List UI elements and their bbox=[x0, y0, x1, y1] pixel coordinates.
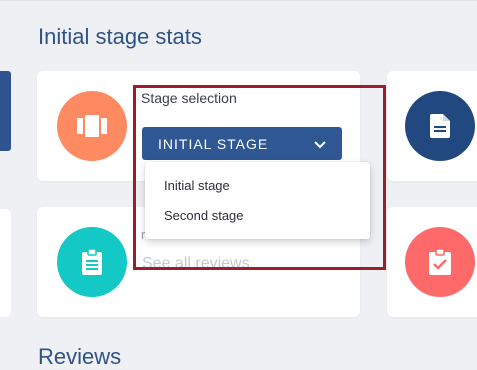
clipboard-check-icon bbox=[405, 227, 475, 297]
reviews-section-title: Reviews bbox=[38, 344, 122, 369]
top-divider bbox=[0, 0, 477, 1]
stage-selection-label: Stage selection bbox=[141, 90, 237, 106]
left-card-accent bbox=[0, 71, 11, 151]
checklist-card bbox=[387, 207, 477, 317]
stage-dropdown-menu: Initial stage Second stage bbox=[145, 162, 370, 239]
section-title: Initial stage stats bbox=[38, 24, 202, 49]
dropdown-option-initial-stage[interactable]: Initial stage bbox=[164, 178, 230, 193]
document-icon bbox=[405, 91, 475, 161]
film-strip-icon bbox=[57, 91, 127, 161]
left-card-partial bbox=[0, 209, 11, 317]
chevron-down-icon[interactable] bbox=[314, 136, 326, 152]
dropdown-option-second-stage[interactable]: Second stage bbox=[164, 208, 244, 223]
stage-select-value: INITIAL STAGE bbox=[158, 135, 269, 152]
document-card bbox=[387, 71, 477, 181]
stage-select-button[interactable]: INITIAL STAGE bbox=[142, 127, 342, 160]
see-all-reviews-link[interactable]: See all reviews bbox=[142, 255, 250, 273]
clipboard-list-icon bbox=[57, 227, 127, 297]
